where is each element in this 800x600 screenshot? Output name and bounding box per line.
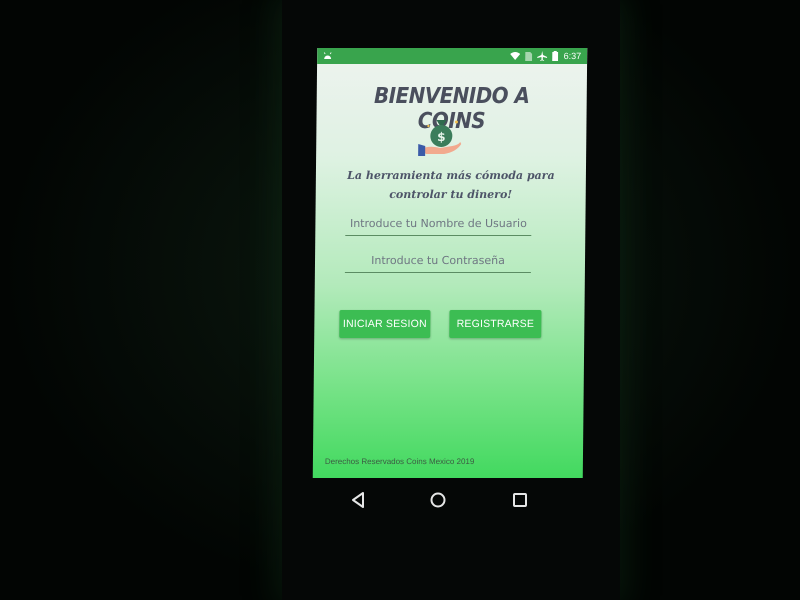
battery-icon [552, 51, 559, 61]
register-button[interactable]: REGISTRARSE [449, 310, 542, 338]
android-debug-icon [323, 52, 332, 60]
airplane-mode-icon [537, 51, 548, 61]
copyright-footer: Derechos Reservados Coins Mexico 2019 [324, 457, 475, 466]
recents-square-icon[interactable] [508, 488, 532, 512]
navigation-bar [300, 480, 600, 520]
money-bag-hand-icon: $ [416, 112, 466, 158]
username-field[interactable]: Introduce tu Nombre de Usuario [345, 215, 532, 236]
photo-background: 6:37 BIENVENIDO A COINS $ La herramienta… [0, 0, 800, 600]
wifi-icon [510, 52, 521, 60]
login-button[interactable]: INICIAR SESION [339, 310, 431, 338]
status-time: 6:37 [563, 51, 582, 61]
no-sim-icon [525, 51, 533, 61]
password-field[interactable]: Introduce tu Contraseña [344, 252, 532, 273]
back-triangle-icon[interactable] [346, 488, 370, 512]
tagline: La herramienta más cómoda para controlar… [347, 169, 555, 201]
phone-screen: 6:37 BIENVENIDO A COINS $ La herramienta… [312, 48, 588, 478]
svg-text:$: $ [437, 130, 446, 144]
status-bar: 6:37 [317, 48, 588, 64]
home-circle-icon[interactable] [426, 488, 450, 512]
